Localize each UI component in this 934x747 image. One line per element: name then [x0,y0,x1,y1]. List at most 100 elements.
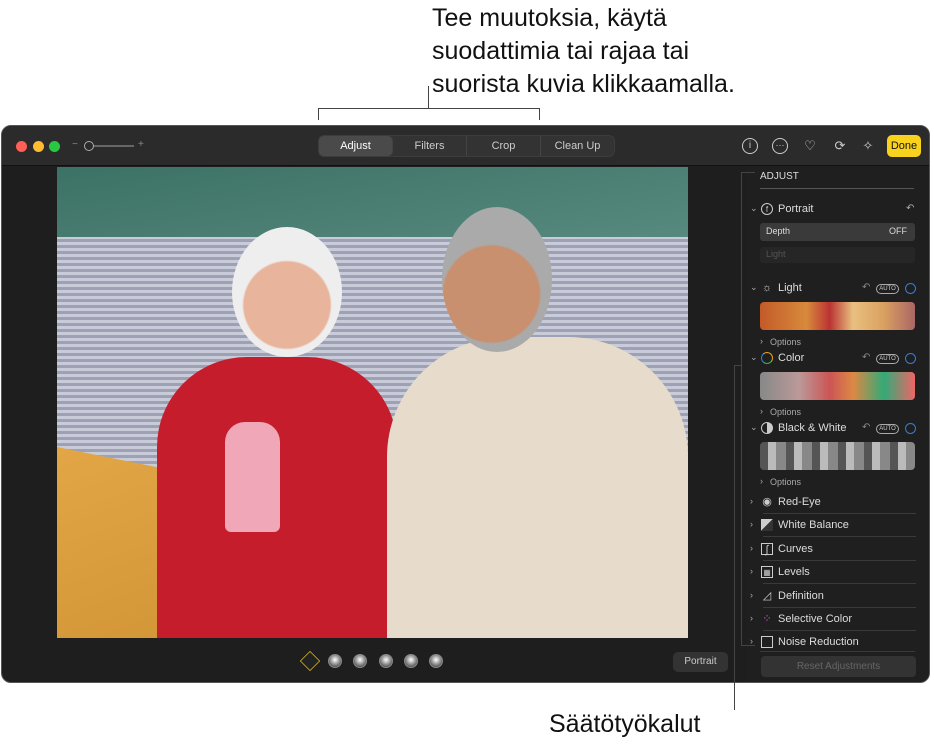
magic-wand-icon[interactable]: ✧ [860,138,876,154]
chevron-right-icon[interactable]: › [750,519,753,529]
more-icon[interactable]: ··· [772,138,788,154]
chevron-right-icon[interactable]: › [750,590,753,600]
color-options[interactable]: Options [770,407,801,417]
zoom-minus[interactable]: − [72,139,78,150]
tab-adjust[interactable]: Adjust [319,136,393,156]
sidebar-title: ADJUST [760,171,799,182]
tool-label: Noise Reduction [778,636,859,648]
undo-icon[interactable]: ↶ [862,352,870,363]
callout-bracket [741,172,742,646]
tool-curves[interactable]: › ∫ Curves [746,538,929,561]
divider [763,536,916,537]
tab-crop[interactable]: Crop [467,136,541,156]
lighting-natural-icon[interactable] [299,650,321,672]
callout-line: suodattimia tai rajaa tai [432,37,690,65]
tool-noise-reduction[interactable]: › Noise Reduction [746,631,929,651]
rotate-icon[interactable]: ⟳ [832,138,848,154]
callout-bracket [539,108,540,120]
tab-clean-up[interactable]: Clean Up [541,136,614,156]
zoom-plus[interactable]: + [138,139,144,150]
heart-icon[interactable]: ♡ [802,138,818,154]
adjust-sidebar: ADJUST ⌄ f Portrait ↶ Depth OFF Light ⌄ … [746,167,929,682]
tool-label: Curves [778,543,813,555]
toggle-circle[interactable] [905,353,916,364]
portrait-label[interactable]: Portrait [778,203,813,215]
zoom-slider[interactable] [84,141,134,151]
chevron-down-icon[interactable]: ⌄ [750,352,758,363]
photo-canvas[interactable] [57,167,688,638]
callout-bottom: Säätötyökalut [549,710,701,738]
tool-selective-color[interactable]: › ⁘ Selective Color [746,608,929,631]
minimize-button[interactable] [33,141,44,152]
lighting-stage-icon[interactable] [379,654,393,668]
tool-label: Selective Color [778,613,852,625]
white-balance-icon [761,519,773,531]
close-button[interactable] [16,141,27,152]
undo-icon[interactable]: ↶ [862,282,870,293]
chevron-down-icon[interactable]: ⌄ [750,282,758,293]
callout-bracket [734,365,742,366]
portrait-light-slider: Light [760,247,915,263]
portrait-light-label: Light [766,249,786,259]
zoom-slider-thumb[interactable] [84,141,94,151]
color-label[interactable]: Color [778,352,804,364]
lighting-high-key-icon[interactable] [429,654,443,668]
chevron-right-icon[interactable]: › [760,476,763,486]
depth-value: OFF [889,226,907,236]
tool-red-eye[interactable]: › ◉ Red-Eye [746,491,929,514]
callout-line: Tee muutoksia, käytä [432,4,667,32]
tool-levels[interactable]: › ▦ Levels [746,561,929,584]
auto-button[interactable]: AUTO [876,284,899,294]
info-icon[interactable]: i [742,138,758,154]
toggle-circle[interactable] [905,423,916,434]
curves-icon: ∫ [761,543,773,556]
callout-bracket [741,172,755,173]
chevron-down-icon[interactable]: ⌄ [750,422,758,433]
color-slider-strip[interactable] [760,372,915,400]
portrait-button[interactable]: Portrait [673,652,728,672]
chevron-right-icon[interactable]: › [760,406,763,416]
tool-label: Definition [778,590,824,602]
toolbar: − + Adjust Filters Crop Clean Up i ··· ♡… [2,126,929,166]
callout-line: suorista kuvia klikkaamalla. [432,70,735,98]
depth-label: Depth [766,226,791,236]
lighting-contour-icon[interactable] [353,654,367,668]
callout-bracket [741,645,755,646]
chevron-right-icon[interactable]: › [750,613,753,623]
tool-white-balance[interactable]: › White Balance [746,514,929,537]
eye-icon: ◉ [762,496,772,508]
auto-button[interactable]: AUTO [876,424,899,434]
chevron-right-icon[interactable]: › [750,566,753,576]
auto-button[interactable]: AUTO [876,354,899,364]
chevron-right-icon[interactable]: › [750,496,753,506]
zoom-button[interactable] [49,141,60,152]
reset-adjustments-button[interactable]: Reset Adjustments [761,656,916,677]
lighting-stage-mono-icon[interactable] [404,654,418,668]
toggle-circle[interactable] [905,283,916,294]
woman-head [232,227,342,357]
chevron-down-icon[interactable]: ⌄ [750,203,758,214]
callout-leader [734,365,735,710]
scroll-divider [760,651,915,652]
bw-slider-strip[interactable] [760,442,915,470]
tab-filters[interactable]: Filters [393,136,467,156]
light-label[interactable]: Light [778,282,802,294]
lighting-studio-icon[interactable] [328,654,342,668]
light-options[interactable]: Options [770,337,801,347]
reset-portrait-icon[interactable]: ↶ [906,203,914,214]
portrait-icon: f [761,203,773,215]
tool-label: Red-Eye [778,496,821,508]
done-button[interactable]: Done [887,135,921,157]
depth-slider[interactable]: Depth OFF [760,223,915,241]
callout-bracket [318,108,319,120]
tool-definition[interactable]: › ◿ Definition [746,585,929,608]
chevron-right-icon[interactable]: › [750,543,753,553]
bw-label[interactable]: Black & White [778,422,846,434]
chevron-right-icon[interactable]: › [760,336,763,346]
light-slider-strip[interactable] [760,302,915,330]
bw-options[interactable]: Options [770,477,801,487]
selective-color-icon: ⁘ [762,613,772,625]
half-circle-icon [761,422,773,434]
undo-icon[interactable]: ↶ [862,422,870,433]
man [387,337,688,638]
